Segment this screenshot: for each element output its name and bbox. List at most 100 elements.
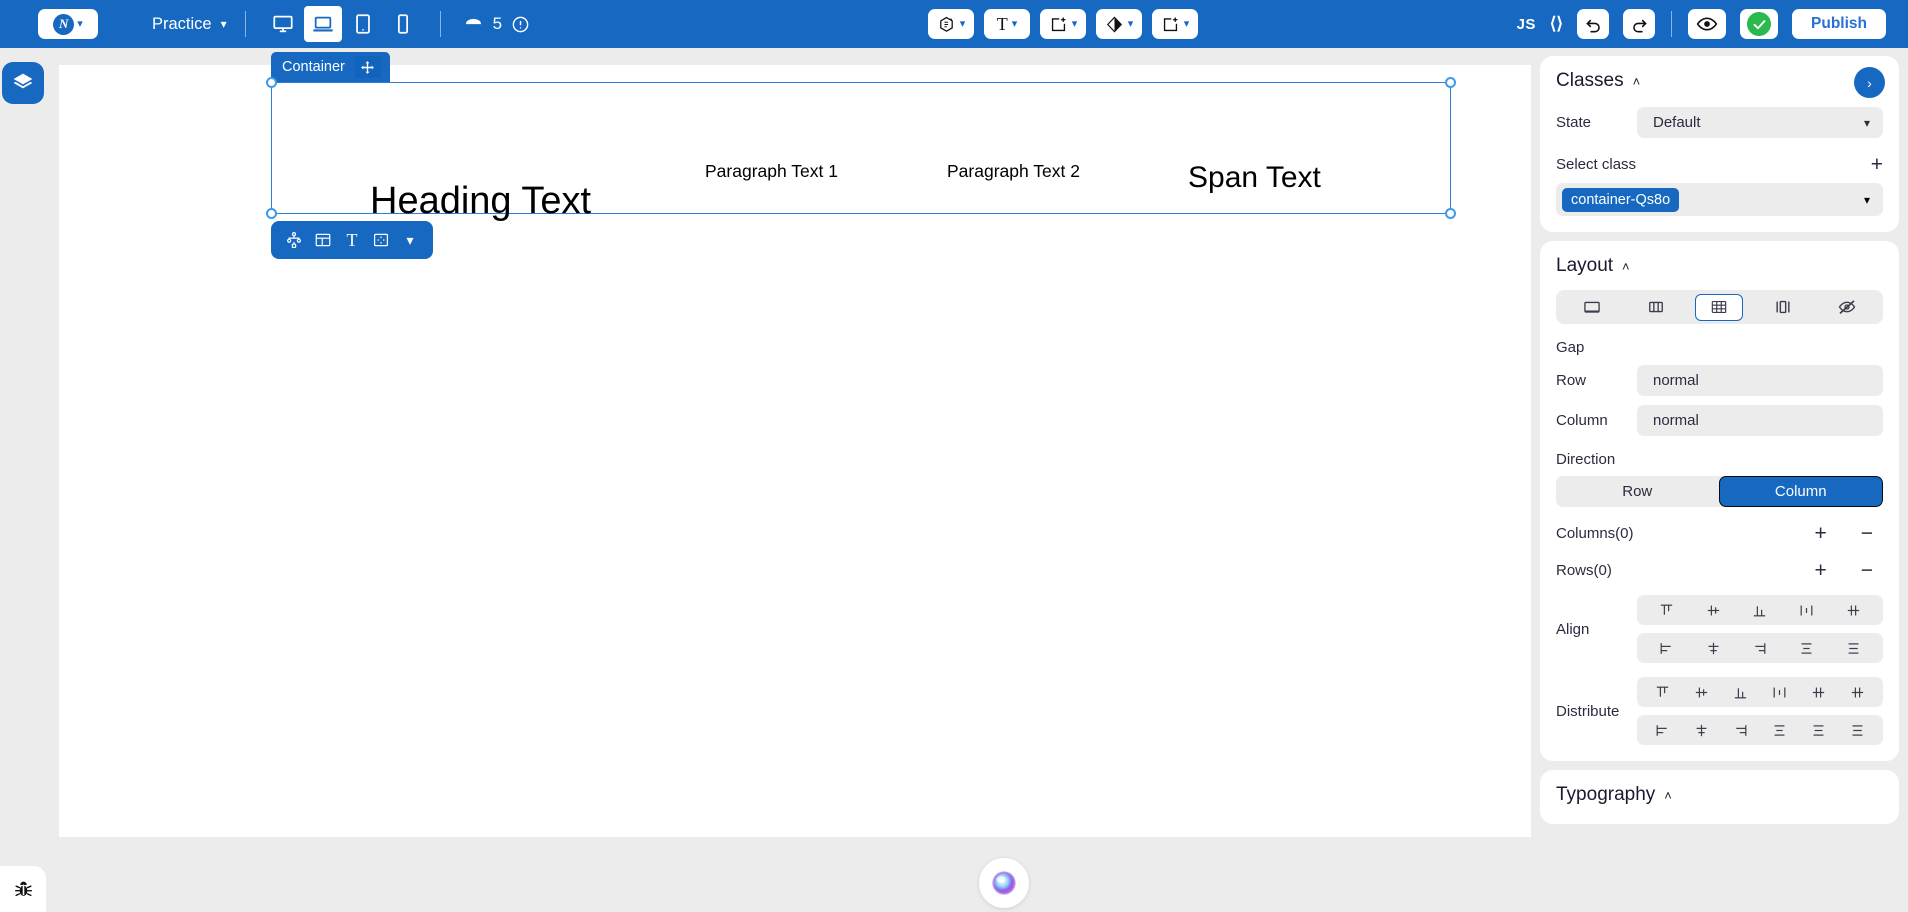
align-center-horizontal-button[interactable] — [1700, 636, 1726, 660]
align-stretch-horizontal-button[interactable] — [1794, 636, 1820, 660]
display-grid-button[interactable] — [1695, 293, 1744, 321]
publish-button[interactable]: Publish — [1792, 9, 1886, 39]
align-end-horizontal-button[interactable] — [1747, 636, 1773, 660]
distribute-around-h-button[interactable] — [1845, 718, 1871, 742]
rows-remove-button[interactable]: − — [1861, 560, 1873, 581]
js-button[interactable]: JS — [1517, 16, 1536, 33]
state-select[interactable]: Default ▾ — [1637, 107, 1883, 138]
distribute-center-v-button[interactable] — [1689, 680, 1715, 704]
app-logo-icon: N — [53, 13, 75, 35]
resize-handle-bottom-left[interactable] — [266, 208, 277, 219]
display-inline-block-button[interactable] — [1759, 294, 1807, 321]
app-logo-button[interactable]: N ▾ — [38, 9, 98, 39]
media-insert-button[interactable]: ▾ — [1096, 9, 1142, 39]
spacing-button[interactable] — [368, 225, 394, 255]
columns-add-button[interactable]: + — [1814, 523, 1826, 544]
distribute-around-v-button[interactable] — [1845, 680, 1871, 704]
component-insert-button[interactable]: ▾ — [928, 9, 974, 39]
align-center-vertical-button[interactable] — [1700, 598, 1726, 622]
distribute-stretch-h-button[interactable] — [1767, 718, 1793, 742]
mobile-icon — [397, 14, 408, 34]
selection-tag[interactable]: Container — [271, 52, 390, 82]
align-start-horizontal-button[interactable] — [1653, 636, 1679, 660]
layout-title: Layout — [1556, 255, 1614, 276]
divider — [1671, 11, 1673, 37]
layers-icon — [13, 73, 33, 89]
element-insert-button[interactable]: ▾ — [1152, 9, 1198, 39]
paragraph-element-2[interactable]: Paragraph Text 2 — [947, 161, 1080, 182]
class-chip[interactable]: container-Qs8o — [1562, 187, 1680, 212]
distribute-end-v-button[interactable] — [1728, 680, 1754, 704]
mobile-breakpoint[interactable] — [384, 6, 422, 42]
align-baseline-horizontal-button[interactable] — [1841, 636, 1867, 660]
resize-handle-bottom-right[interactable] — [1445, 208, 1456, 219]
tablet-breakpoint[interactable] — [344, 6, 382, 42]
ai-assistant-button[interactable] — [979, 858, 1029, 908]
distribute-center-h-button[interactable] — [1689, 718, 1715, 742]
gap-row-input[interactable]: normal — [1637, 365, 1883, 396]
desktop-breakpoint[interactable] — [264, 6, 302, 42]
paragraph-element-1[interactable]: Paragraph Text 1 — [705, 161, 838, 182]
align-block: Align — [1556, 595, 1883, 663]
align-start-vertical-button[interactable] — [1653, 598, 1679, 622]
distribute-block: Distribute — [1556, 677, 1883, 745]
direction-row-button[interactable]: Row — [1556, 476, 1719, 507]
debug-button[interactable] — [0, 866, 46, 912]
columns-remove-button[interactable]: − — [1861, 523, 1873, 544]
gap-column-label: Column — [1556, 412, 1608, 429]
container-insert-button[interactable]: ▾ — [1040, 9, 1086, 39]
align-end-vertical-button[interactable] — [1747, 598, 1773, 622]
redo-icon — [1632, 19, 1647, 32]
display-block-button[interactable] — [1568, 294, 1616, 321]
distribute-between-h-button[interactable] — [1806, 718, 1832, 742]
move-handle-icon[interactable] — [354, 56, 381, 78]
gap-column-input[interactable]: normal — [1637, 405, 1883, 436]
preview-button[interactable] — [1688, 9, 1727, 39]
classes-next-button[interactable]: › — [1854, 67, 1885, 98]
rows-add-button[interactable]: + — [1814, 560, 1826, 581]
align-vertical-row — [1637, 595, 1883, 625]
ai-orb-icon — [992, 871, 1016, 895]
layout-button[interactable] — [310, 225, 336, 255]
publish-status-button[interactable] — [1740, 9, 1779, 39]
page-canvas[interactable]: Container T ▾ Heading Text Paragraph Tex… — [59, 52, 1535, 837]
rows-label: Rows(0) — [1556, 562, 1612, 579]
layers-panel-button[interactable] — [2, 62, 44, 104]
distribute-start-v-button[interactable] — [1650, 680, 1676, 704]
distribute-end-h-button[interactable] — [1728, 718, 1754, 742]
top-toolbar: N ▾ Practice ▾ 5 ▾ T ▾ ▾ ▾ ▾ JS ⟨⟩ Publi… — [0, 0, 1908, 48]
display-flex-button[interactable] — [1632, 294, 1680, 321]
class-select[interactable]: container-Qs8o ▾ — [1556, 183, 1883, 216]
align-baseline-vertical-button[interactable] — [1841, 598, 1867, 622]
canvas-area[interactable]: Container T ▾ Heading Text Paragraph Tex… — [46, 48, 1535, 912]
redo-button[interactable] — [1623, 9, 1656, 39]
chevron-down-icon: ▾ — [220, 17, 227, 31]
undo-button[interactable] — [1577, 9, 1610, 39]
chevron-up-icon[interactable]: ˄ — [1633, 74, 1641, 89]
text-insert-button[interactable]: T ▾ — [984, 9, 1030, 39]
distribute-start-h-button[interactable] — [1650, 718, 1676, 742]
span-element[interactable]: Span Text — [1188, 161, 1321, 195]
distribute-between-v-button[interactable] — [1806, 680, 1832, 704]
align-stretch-vertical-button[interactable] — [1794, 598, 1820, 622]
display-none-button[interactable] — [1823, 294, 1871, 321]
chevron-up-icon[interactable]: ˄ — [1622, 259, 1630, 274]
laptop-breakpoint[interactable] — [303, 6, 342, 42]
direction-column-button[interactable]: Column — [1718, 476, 1883, 507]
more-button[interactable]: ▾ — [397, 225, 423, 255]
rows-steppers: + − — [1814, 560, 1883, 581]
add-class-button[interactable]: + — [1871, 154, 1883, 175]
right-settings-panel: Classes ˄ › State Default ▾ Select class… — [1531, 48, 1908, 912]
element-tree-button[interactable] — [281, 225, 307, 255]
select-class-row: Select class + — [1556, 154, 1883, 175]
text-button[interactable]: T — [339, 225, 365, 255]
distribute-stretch-v-button[interactable] — [1767, 680, 1793, 704]
heading-element[interactable]: Heading Text — [370, 180, 591, 223]
code-view-button[interactable]: ⟨⟩ — [1550, 14, 1563, 34]
pages-indicator[interactable]: 5 — [463, 14, 530, 35]
chevron-up-icon[interactable]: ˄ — [1664, 788, 1672, 803]
resize-handle-top-right[interactable] — [1445, 77, 1456, 88]
info-icon[interactable] — [511, 15, 530, 34]
project-name-dropdown[interactable]: Practice ▾ — [152, 15, 227, 34]
resize-handle-top-left[interactable] — [266, 77, 277, 88]
